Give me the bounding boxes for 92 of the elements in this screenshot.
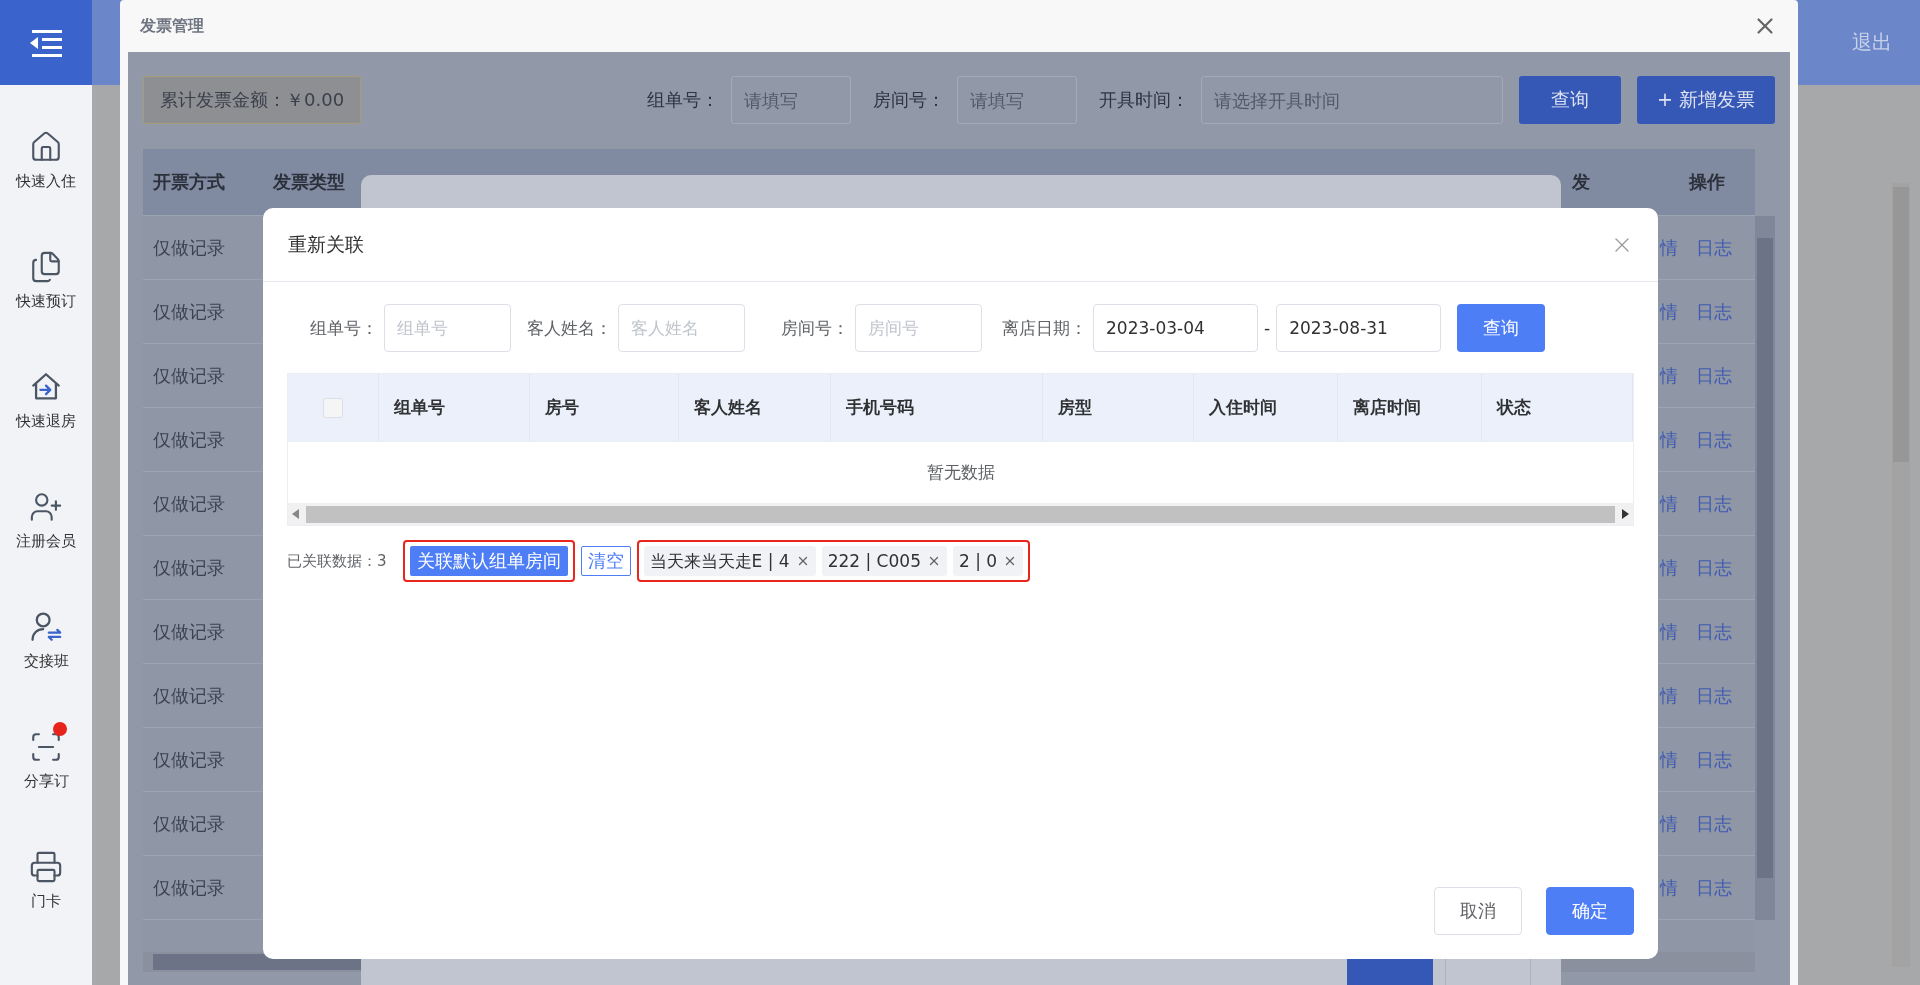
table-cell-text: 仅做记录 [152,235,226,260]
user-swap-icon [29,610,63,644]
column-header: 离店时间 [1338,374,1482,441]
log-link[interactable]: 日志 [1696,363,1732,388]
filter-label: 开具时间： [1099,88,1190,112]
column-header: 房号 [530,374,679,441]
date-field[interactable]: 2023-03-04 [1093,304,1258,352]
left-arrow-icon[interactable] [292,509,300,519]
log-link[interactable]: 日志 [1696,875,1732,900]
filter-label: 组单号： [310,316,378,340]
search-button[interactable]: 查询 [1457,304,1546,352]
logout-link[interactable]: 退出 [1852,29,1892,56]
details-link[interactable]: 情 [1660,747,1678,772]
date-field[interactable]: 请选择开具时间 [1201,76,1504,124]
user-plus-icon [29,490,63,524]
log-link[interactable]: 日志 [1696,619,1732,644]
right-arrow-icon[interactable] [1621,509,1629,519]
details-link[interactable]: 情 [1660,619,1678,644]
details-link[interactable]: 情 [1660,299,1678,324]
details-link[interactable]: 情 [1660,811,1678,836]
add-invoice-button[interactable]: + 新增发票 [1637,76,1775,124]
filter-label: 房间号： [873,88,946,112]
select-all-checkbox[interactable] [323,397,343,418]
linked-count: 已关联数据：3 [287,551,387,571]
linked-tag[interactable]: 222 | C005 [821,546,947,576]
log-link[interactable]: 日志 [1696,555,1732,580]
table-cell-text: 仅做记录 [152,811,226,836]
table-cell-text: 仅做记录 [152,747,226,772]
invoice-total: 累计发票金额：￥0.00 [143,76,362,124]
window-title: 发票管理 [140,15,204,37]
table-cell-text: 仅做记录 [152,875,226,900]
table-cell-text: 仅做记录 [152,427,226,452]
details-link[interactable]: 情 [1660,235,1678,260]
input-field[interactable]: 请填写 [731,76,852,124]
linked-tag[interactable]: 当天来当天走E | 4 [643,546,816,576]
scan-icon [29,730,63,764]
log-link[interactable]: 日志 [1696,491,1732,516]
table-cell-text: 仅做记录 [152,363,226,388]
range-separator: - [1264,318,1271,338]
scrollbar[interactable] [1755,216,1775,920]
sidebar-item[interactable]: 快速退房 [16,412,76,431]
sidebar-item[interactable]: 注册会员 [16,532,76,551]
filter-label: 房间号： [781,316,849,340]
menu-icon[interactable] [28,27,64,58]
log-link[interactable]: 日志 [1696,235,1732,260]
search-button[interactable]: 查询 [1519,76,1622,124]
column-header: 手机号码 [831,374,1043,441]
filter-label: 离店日期： [1002,316,1087,340]
column-header: 客人姓名 [679,374,831,441]
column-header: 组单号 [379,374,530,441]
table-cell-text: 仅做记录 [152,491,226,516]
details-link[interactable]: 情 [1660,683,1678,708]
input-field[interactable]: 请填写 [957,76,1078,124]
log-link[interactable]: 日志 [1696,683,1732,708]
linked-tag[interactable]: 2 | 0 [952,546,1024,576]
log-link[interactable]: 日志 [1696,299,1732,324]
dialog-title: 重新关联 [288,231,364,257]
sidebar-item[interactable]: 快速入住 [16,172,76,191]
table-cell-text: 仅做记录 [152,683,226,708]
column-header: 状态 [1482,374,1633,441]
column-header: 入住时间 [1194,374,1338,441]
column-header: 发 [1571,170,1591,194]
table-cell-text: 仅做记录 [152,299,226,324]
table-cell-text: 仅做记录 [152,555,226,580]
details-link[interactable]: 情 [1660,363,1678,388]
column-header: 房型 [1043,374,1194,441]
column-header: 开票方式 [152,170,226,194]
filter-label: 组单号： [647,88,720,112]
sidebar-item[interactable]: 分享订 [23,772,69,791]
scrollbar[interactable] [288,503,1633,525]
column-header: 操作 [1689,170,1725,194]
column-header: 发票类型 [272,170,346,194]
sidebar-item[interactable]: 门卡 [31,892,61,911]
details-link[interactable]: 情 [1660,491,1678,516]
log-link[interactable]: 日志 [1696,427,1732,452]
cancel-button[interactable]: 取消 [1434,887,1522,935]
details-link[interactable]: 情 [1660,555,1678,580]
documents-icon [29,250,63,284]
log-link[interactable]: 日志 [1696,811,1732,836]
date-field[interactable]: 2023-08-31 [1276,304,1442,352]
sidebar-item[interactable]: 快速预订 [16,292,76,311]
details-link[interactable]: 情 [1660,875,1678,900]
filter-label: 客人姓名： [527,316,612,340]
sidebar-item[interactable]: 交接班 [23,652,69,671]
confirm-button[interactable]: 确定 [1546,887,1634,935]
printer-icon [29,850,63,884]
link-default-button[interactable]: 关联默认组单房间 [409,546,568,576]
log-link[interactable]: 日志 [1696,747,1732,772]
details-link[interactable]: 情 [1660,427,1678,452]
table-cell-text: 仅做记录 [152,619,226,644]
home-icon [29,130,63,164]
clear-button[interactable]: 清空 [580,546,631,576]
